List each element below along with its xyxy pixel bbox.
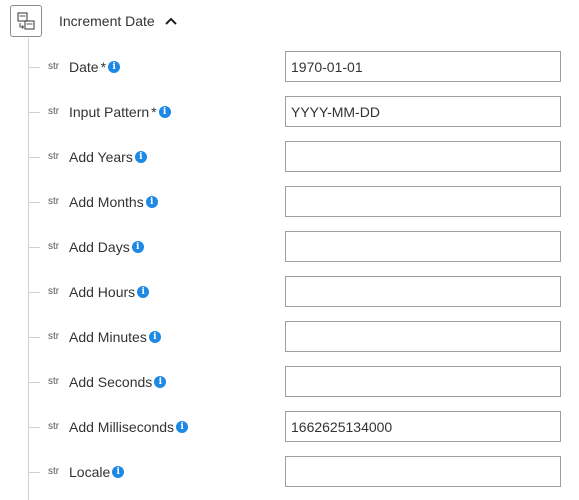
node-header: Increment Date xyxy=(10,4,179,38)
field-label-add-years: Add Years i xyxy=(69,148,147,166)
info-icon[interactable]: i xyxy=(158,106,171,118)
field-row-add-hours: str Add Hours i xyxy=(28,276,561,308)
field-label-text: Locale xyxy=(69,464,111,480)
info-icon[interactable]: i xyxy=(145,196,158,208)
field-label-text: Add Hours xyxy=(69,284,136,300)
field-label-date: Date * i xyxy=(69,58,121,76)
field-row-add-milliseconds: str Add Milliseconds i xyxy=(28,411,561,443)
input-pattern-input[interactable] xyxy=(285,96,561,127)
tree-branch-line xyxy=(28,472,40,473)
tree-branch-line xyxy=(28,247,40,248)
add-years-input[interactable] xyxy=(285,141,561,172)
field-label-add-days: Add Days i xyxy=(69,238,144,256)
field-row-add-years: str Add Years i xyxy=(28,141,561,173)
field-type-badge: str xyxy=(48,106,60,117)
field-label-input-pattern: Input Pattern * i xyxy=(69,103,171,121)
field-row-add-minutes: str Add Minutes i xyxy=(28,321,561,353)
field-row-input-pattern: str Input Pattern * i xyxy=(28,96,561,128)
field-row-add-seconds: str Add Seconds i xyxy=(28,366,561,398)
tree-branch-line xyxy=(28,157,40,158)
add-milliseconds-input[interactable] xyxy=(285,411,561,442)
add-minutes-input[interactable] xyxy=(285,321,561,352)
field-label-text: Add Minutes xyxy=(69,329,147,345)
field-row-date: str Date * i xyxy=(28,51,561,83)
field-label-add-months: Add Months i xyxy=(69,193,158,211)
node-title: Increment Date xyxy=(59,13,155,29)
info-icon[interactable]: i xyxy=(137,286,150,298)
add-hours-input[interactable] xyxy=(285,276,561,307)
field-label-text: Input Pattern xyxy=(69,104,150,120)
field-label-add-seconds: Add Seconds i xyxy=(69,373,167,391)
field-label-text: Add Seconds xyxy=(69,374,153,390)
info-icon[interactable]: i xyxy=(176,421,189,433)
field-type-badge: str xyxy=(48,421,60,432)
field-type-badge: str xyxy=(48,466,60,477)
field-type-badge: str xyxy=(48,376,60,387)
add-seconds-input[interactable] xyxy=(285,366,561,397)
info-icon[interactable]: i xyxy=(108,61,121,73)
tree-branch-line xyxy=(28,337,40,338)
info-icon[interactable]: i xyxy=(131,241,144,253)
field-type-badge: str xyxy=(48,196,60,207)
locale-input[interactable] xyxy=(285,456,561,487)
field-type-badge: str xyxy=(48,286,60,297)
tree-branch-line xyxy=(28,292,40,293)
tree-branch-line xyxy=(28,202,40,203)
add-months-input[interactable] xyxy=(285,186,561,217)
chevron-up-icon[interactable] xyxy=(163,13,179,29)
calendar-transform-icon[interactable] xyxy=(10,5,42,37)
tree-branch-line xyxy=(28,112,40,113)
required-marker: * xyxy=(100,59,107,75)
field-type-badge: str xyxy=(48,151,60,162)
field-label-add-hours: Add Hours i xyxy=(69,283,150,301)
required-marker: * xyxy=(151,104,157,120)
info-icon[interactable]: i xyxy=(112,466,125,478)
increment-date-node: Increment Date strDate*istrInput Pattern… xyxy=(0,0,579,500)
field-label-text: Date xyxy=(69,59,99,75)
tree-branch-line xyxy=(28,382,40,383)
field-label-text: Add Years xyxy=(69,149,133,165)
info-icon[interactable]: i xyxy=(148,331,161,343)
field-row-locale: str Locale i xyxy=(28,456,561,488)
field-row-add-days: str Add Days i xyxy=(28,231,561,263)
tree-branch-line xyxy=(28,67,40,68)
date-input[interactable] xyxy=(285,51,561,82)
field-type-badge: str xyxy=(48,331,60,342)
field-label-text: Add Days xyxy=(69,239,130,255)
field-label-locale: Locale i xyxy=(69,463,125,481)
tree-branch-line xyxy=(28,427,40,428)
field-row-add-months: str Add Months i xyxy=(28,186,561,218)
add-days-input[interactable] xyxy=(285,231,561,262)
info-icon[interactable]: i xyxy=(154,376,167,388)
field-label-add-milliseconds: Add Milliseconds i xyxy=(69,418,189,436)
field-label-text: Add Milliseconds xyxy=(69,419,175,435)
info-icon[interactable]: i xyxy=(134,151,147,163)
field-type-badge: str xyxy=(48,241,60,252)
field-label-text: Add Months xyxy=(69,194,144,210)
field-type-badge: str xyxy=(48,61,60,72)
field-label-add-minutes: Add Minutes i xyxy=(69,328,161,346)
